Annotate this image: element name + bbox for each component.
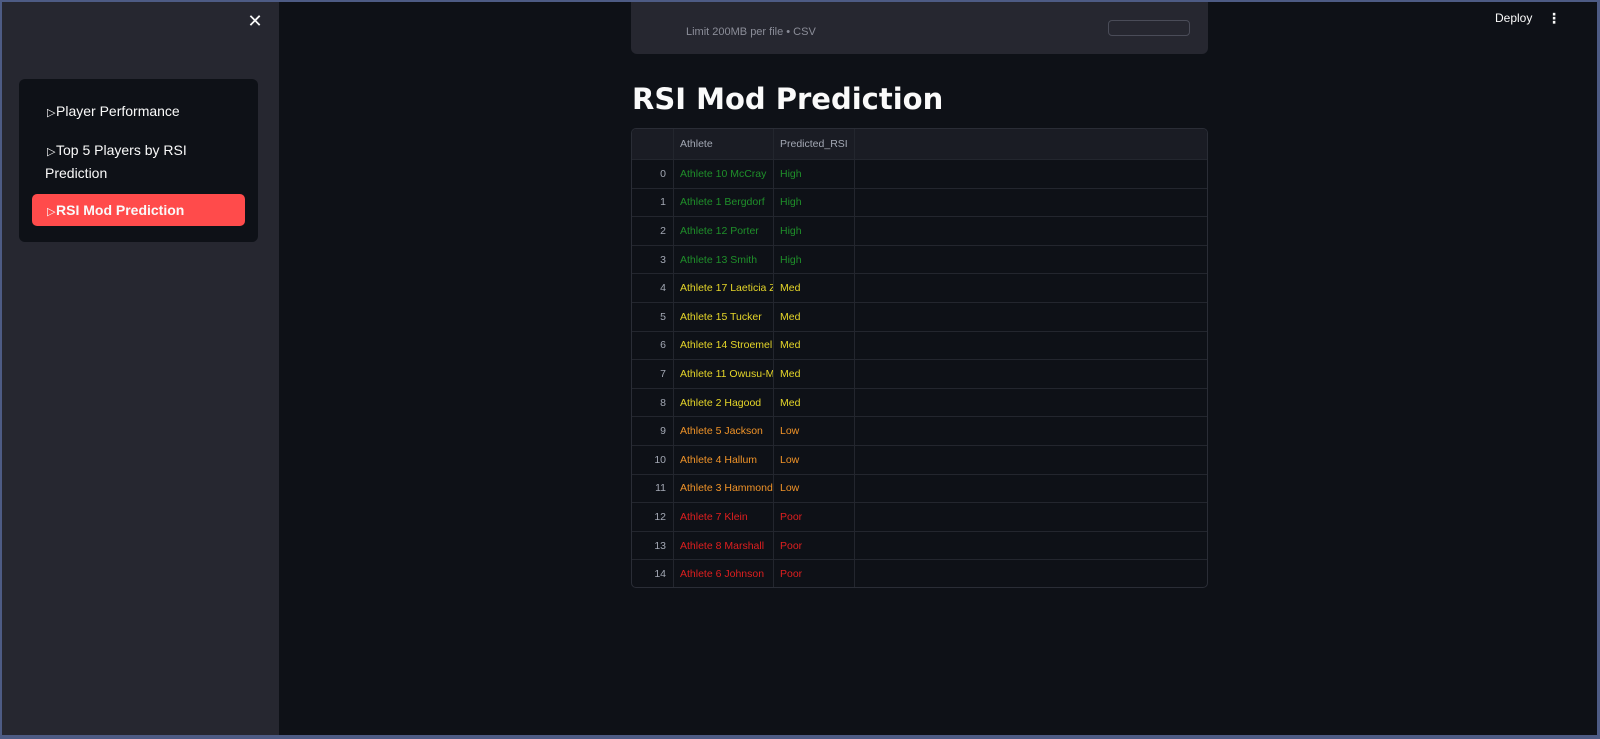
triangle-icon: ▷ — [47, 146, 56, 158]
nav-item-top5-players[interactable]: ▷Top 5 Players by RSI Prediction — [32, 140, 245, 184]
table-row[interactable]: 10 Athlete 4 Hallum Low — [632, 446, 1207, 475]
nav-item-rsi-mod-prediction[interactable]: ▷RSI Mod Prediction — [32, 194, 245, 226]
app-frame: ✕ ▷Player Performance ▷Top 5 Players by … — [2, 2, 1597, 735]
predicted-rsi-cell[interactable]: Low — [774, 417, 855, 445]
row-index-cell[interactable]: 3 — [632, 245, 674, 274]
row-index-cell[interactable]: 4 — [632, 274, 674, 302]
row-index-cell[interactable]: 2 — [632, 217, 674, 245]
athlete-cell[interactable]: Athlete 17 Laeticia Z — [674, 274, 774, 302]
table-row[interactable]: 8 Athlete 2 Hagood Med — [632, 388, 1207, 418]
athlete-cell[interactable]: Athlete 3 Hammond — [674, 474, 774, 503]
nav-item-label: Player Performance — [56, 103, 180, 119]
main-menu-icon[interactable]: ⋮ — [1547, 10, 1561, 27]
athlete-cell[interactable]: Athlete 12 Porter — [674, 217, 774, 245]
sidebar: ✕ ▷Player Performance ▷Top 5 Players by … — [2, 2, 279, 735]
deploy-button[interactable]: Deploy — [1495, 11, 1532, 25]
column-header-predicted-rsi[interactable]: Predicted_RSI — [774, 129, 855, 159]
row-index-cell[interactable]: 8 — [632, 388, 674, 417]
athlete-cell[interactable]: Athlete 15 Tucker — [674, 303, 774, 331]
athlete-cell[interactable]: Athlete 2 Hagood — [674, 388, 774, 417]
browse-files-button[interactable] — [1108, 20, 1190, 36]
row-index-cell[interactable]: 5 — [632, 303, 674, 331]
close-sidebar-icon[interactable]: ✕ — [246, 12, 264, 30]
athlete-cell[interactable]: Athlete 8 Marshall — [674, 531, 774, 560]
column-header-index[interactable] — [632, 129, 674, 159]
triangle-icon: ▷ — [47, 107, 56, 119]
row-index-cell[interactable]: 10 — [632, 446, 674, 474]
row-index-cell[interactable]: 11 — [632, 474, 674, 503]
predicted-rsi-cell[interactable]: High — [774, 160, 855, 188]
row-index-cell[interactable]: 13 — [632, 531, 674, 560]
predicted-rsi-cell[interactable]: High — [774, 245, 855, 274]
row-index-cell[interactable]: 14 — [632, 560, 674, 587]
row-index-cell[interactable]: 9 — [632, 417, 674, 445]
predicted-rsi-cell[interactable]: Low — [774, 446, 855, 474]
row-index-cell[interactable]: 0 — [632, 160, 674, 188]
predicted-rsi-cell[interactable]: High — [774, 217, 855, 245]
column-header-athlete[interactable]: Athlete — [674, 129, 774, 159]
table-header: Athlete Predicted_RSI — [632, 129, 1207, 160]
table-row[interactable]: 12 Athlete 7 Klein Poor — [632, 503, 1207, 532]
nav-card: ▷Player Performance ▷Top 5 Players by RS… — [19, 79, 258, 242]
table-row[interactable]: 13 Athlete 8 Marshall Poor — [632, 531, 1207, 561]
athlete-cell[interactable]: Athlete 11 Owusu-M — [674, 360, 774, 388]
athlete-cell[interactable]: Athlete 5 Jackson — [674, 417, 774, 445]
table-row[interactable]: 11 Athlete 3 Hammond Low — [632, 474, 1207, 504]
table-row[interactable]: 5 Athlete 15 Tucker Med — [632, 303, 1207, 332]
athlete-cell[interactable]: Athlete 1 Bergdorf — [674, 188, 774, 217]
predicted-rsi-cell[interactable]: Med — [774, 331, 855, 360]
predicted-rsi-cell[interactable]: High — [774, 188, 855, 217]
athlete-cell[interactable]: Athlete 14 Stroemel — [674, 331, 774, 360]
athlete-cell[interactable]: Athlete 6 Johnson — [674, 560, 774, 587]
nav-item-label: Top 5 Players by RSI — [56, 142, 187, 158]
predicted-rsi-cell[interactable]: Med — [774, 303, 855, 331]
table-row[interactable]: 9 Athlete 5 Jackson Low — [632, 417, 1207, 446]
table-row[interactable]: 2 Athlete 12 Porter High — [632, 217, 1207, 246]
table-row[interactable]: 1 Athlete 1 Bergdorf High — [632, 188, 1207, 218]
nav-item-label: RSI Mod Prediction — [56, 202, 185, 218]
predicted-rsi-cell[interactable]: Poor — [774, 503, 855, 531]
table-row[interactable]: 14 Athlete 6 Johnson Poor — [632, 560, 1207, 587]
file-uploader[interactable]: Limit 200MB per file • CSV — [631, 2, 1208, 54]
predicted-rsi-cell[interactable]: Med — [774, 388, 855, 417]
nav-item-label-line2: Prediction — [45, 165, 108, 181]
triangle-icon: ▷ — [47, 206, 56, 218]
row-index-cell[interactable]: 7 — [632, 360, 674, 388]
predicted-rsi-cell[interactable]: Med — [774, 360, 855, 388]
predicted-rsi-cell[interactable]: Poor — [774, 560, 855, 587]
predicted-rsi-cell[interactable]: Poor — [774, 531, 855, 560]
nav-item-player-performance[interactable]: ▷Player Performance — [32, 101, 245, 124]
athlete-cell[interactable]: Athlete 13 Smith — [674, 245, 774, 274]
row-index-cell[interactable]: 6 — [632, 331, 674, 360]
page-title: RSI Mod Prediction — [632, 82, 944, 116]
athlete-cell[interactable]: Athlete 4 Hallum — [674, 446, 774, 474]
predicted-rsi-cell[interactable]: Low — [774, 474, 855, 503]
prediction-table[interactable]: Athlete Predicted_RSI 0 Athlete 10 McCray… — [631, 128, 1208, 588]
athlete-cell[interactable]: Athlete 10 McCray — [674, 160, 774, 188]
table-row[interactable]: 7 Athlete 11 Owusu-M Med — [632, 360, 1207, 389]
table-row[interactable]: 0 Athlete 10 McCray High — [632, 160, 1207, 189]
table-row[interactable]: 3 Athlete 13 Smith High — [632, 245, 1207, 275]
table-row[interactable]: 4 Athlete 17 Laeticia Z Med — [632, 274, 1207, 303]
row-index-cell[interactable]: 1 — [632, 188, 674, 217]
row-index-cell[interactable]: 12 — [632, 503, 674, 531]
athlete-cell[interactable]: Athlete 7 Klein — [674, 503, 774, 531]
upload-limit-text: Limit 200MB per file • CSV — [686, 26, 816, 38]
table-row[interactable]: 6 Athlete 14 Stroemel Med — [632, 331, 1207, 361]
predicted-rsi-cell[interactable]: Med — [774, 274, 855, 302]
